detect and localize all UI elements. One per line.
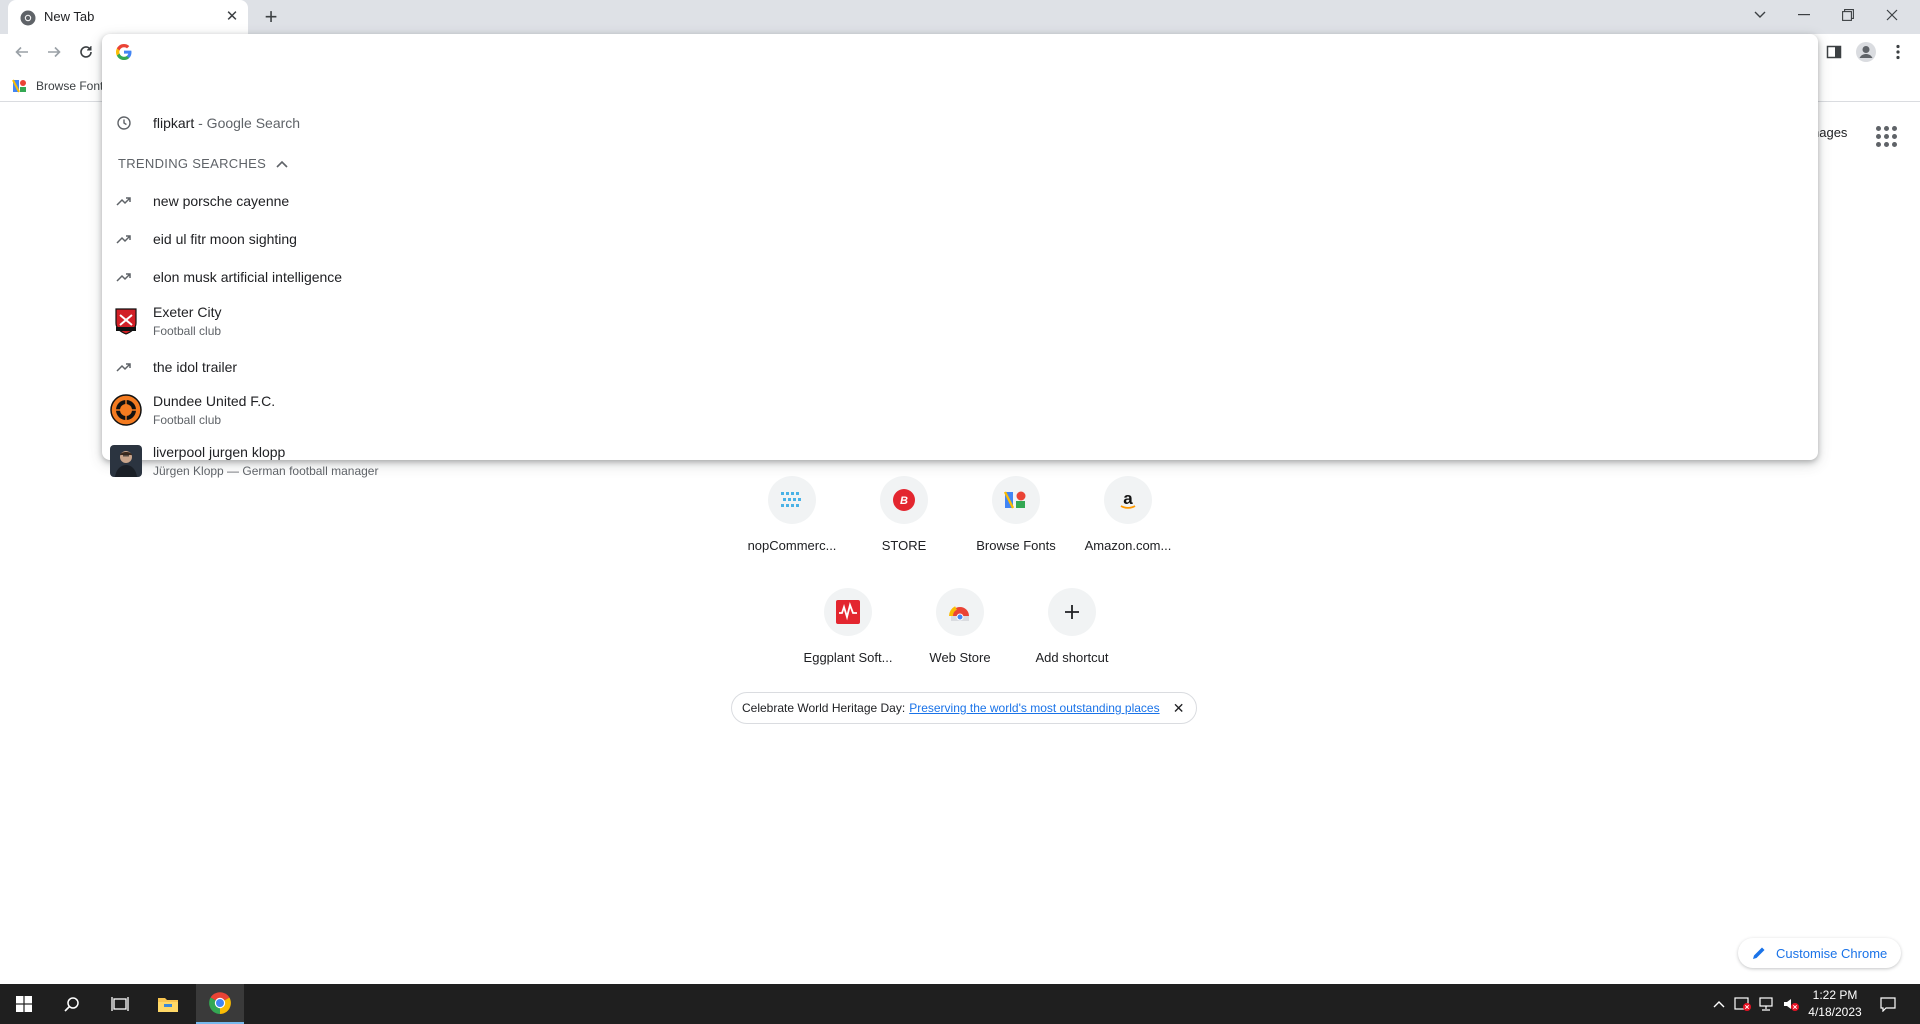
tab-new-tab[interactable]: New Tab ✕ [8, 0, 248, 34]
promo-close-icon[interactable]: ✕ [1170, 699, 1188, 717]
bookmark-label: Browse Fonts [36, 79, 110, 93]
suggestion-text: new porsche cayenne [153, 193, 290, 209]
jurgen-klopp-photo-icon [110, 445, 142, 477]
forward-button[interactable] [40, 38, 68, 66]
svg-text:a: a [1123, 489, 1133, 508]
google-g-icon [116, 44, 132, 60]
windows-start-icon[interactable] [0, 984, 48, 1024]
apps-grid-icon[interactable] [1874, 124, 1898, 148]
taskbar-clock[interactable]: 1:22 PM 4/18/2023 [1790, 987, 1880, 1021]
customise-chrome-button[interactable]: Customise Chrome [1738, 938, 1902, 968]
shortcut-label: nopCommerc... [747, 538, 837, 553]
back-button[interactable] [8, 38, 36, 66]
history-suggestion[interactable]: flipkart - Google Search [102, 104, 1818, 142]
reload-icon [80, 46, 92, 58]
bookmark-browse-fonts[interactable]: Browse Fonts [12, 76, 109, 96]
tab-search-icon[interactable] [1738, 0, 1782, 30]
entity-suggestion[interactable]: liverpool jurgen klopp Jürgen Klopp — Ge… [102, 437, 1818, 487]
search-icon[interactable] [48, 984, 96, 1024]
svg-text:B: B [900, 495, 908, 507]
trending-suggestion[interactable]: eid ul fitr moon sighting [102, 220, 1818, 258]
back-arrow-icon [15, 46, 28, 58]
history-suffix: - Google Search [194, 115, 301, 131]
pencil-icon [1753, 947, 1765, 959]
shortcut-label: Eggplant Soft... [803, 650, 893, 665]
trending-up-icon [116, 269, 132, 285]
suggestion-subtitle: Football club [153, 413, 222, 427]
omnibox-input[interactable] [142, 40, 1742, 64]
promo-link[interactable]: Preserving the world's most outstanding … [909, 701, 1159, 715]
menu-kebab-icon[interactable] [1884, 38, 1912, 66]
omnibox-input-row [102, 34, 1818, 70]
customise-label: Customise Chrome [1776, 945, 1888, 961]
plus-icon [1048, 588, 1096, 636]
clock-date: 4/18/2023 [1808, 1005, 1862, 1019]
exeter-city-crest-icon [110, 305, 142, 337]
suggestion-subtitle: Jürgen Klopp — German football manager [153, 464, 379, 478]
clock-time: 1:22 PM [1812, 988, 1858, 1002]
omnibox-dropdown: flipkart - Google Search TRENDING SEARCH… [102, 34, 1818, 478]
entity-suggestion[interactable]: Dundee United F.C. Football club [102, 386, 1818, 436]
shortcut-label: Add shortcut [1035, 650, 1109, 665]
taskbar: 1:22 PM 4/18/2023 [0, 984, 1920, 1024]
web-store-icon [936, 588, 984, 636]
clock-icon [116, 115, 132, 131]
profile-avatar-icon[interactable] [1852, 38, 1880, 66]
tray-overflow-icon[interactable] [1709, 994, 1729, 1014]
notifications-icon[interactable] [1878, 994, 1898, 1014]
suggestion-title: liverpool jurgen klopp [153, 444, 286, 460]
trending-header-label: TRENDING SEARCHES [118, 156, 267, 171]
network-icon[interactable] [1757, 994, 1777, 1014]
screen: New Tab ✕ + Browse Fonts nages nopCommer… [0, 0, 1920, 1024]
trending-suggestion[interactable]: elon musk artificial intelligence [102, 258, 1818, 296]
promo-banner: Celebrate World Heritage Day: Preserving… [731, 692, 1197, 724]
chrome-taskbar-icon[interactable] [196, 984, 244, 1024]
trending-up-icon [116, 359, 132, 375]
new-tab-button[interactable]: + [258, 4, 284, 30]
minimize-icon[interactable] [1782, 0, 1826, 30]
eggplant-icon [824, 588, 872, 636]
tab-close-icon[interactable]: ✕ [222, 7, 242, 27]
google-fonts-icon [12, 79, 26, 93]
chrome-icon [20, 10, 36, 26]
shortcut-label: Browse Fonts [976, 538, 1056, 553]
suggestion-text: eid ul fitr moon sighting [153, 231, 297, 247]
security-alert-icon[interactable] [1733, 994, 1753, 1014]
history-query: flipkart [153, 115, 195, 131]
suggestion-title: Exeter City [153, 304, 222, 320]
tab-title: New Tab [44, 9, 95, 24]
suggestion-text: the idol trailer [153, 359, 238, 375]
chevron-up-icon [276, 160, 288, 168]
shortcut-web-store[interactable]: Web Store [904, 582, 1016, 694]
shortcut-add[interactable]: Add shortcut [1016, 582, 1128, 694]
shortcut-eggplant[interactable]: Eggplant Soft... [792, 582, 904, 694]
close-window-icon[interactable] [1870, 0, 1914, 30]
shortcut-label: Web Store [929, 650, 991, 665]
tab-strip: New Tab ✕ + [0, 0, 1920, 34]
reload-button[interactable] [72, 38, 100, 66]
suggestion-text: elon musk artificial intelligence [153, 269, 343, 285]
trending-suggestion[interactable]: the idol trailer [102, 348, 1818, 386]
trending-up-icon [116, 193, 132, 209]
trending-suggestion[interactable]: new porsche cayenne [102, 182, 1818, 220]
restore-icon[interactable] [1826, 0, 1870, 30]
side-panel-icon[interactable] [1820, 38, 1848, 66]
trending-header[interactable]: TRENDING SEARCHES [118, 156, 288, 171]
shortcut-label: Amazon.com... [1084, 538, 1172, 553]
promo-text: Celebrate World Heritage Day: [742, 701, 906, 715]
dundee-united-crest-icon [110, 394, 142, 426]
trending-up-icon [116, 231, 132, 247]
task-view-icon[interactable] [96, 984, 144, 1024]
forward-arrow-icon [48, 46, 61, 58]
suggestion-title: Dundee United F.C. [153, 393, 276, 409]
entity-suggestion[interactable]: Exeter City Football club [102, 297, 1818, 347]
shortcut-label: STORE [881, 538, 927, 553]
file-explorer-icon[interactable] [144, 984, 192, 1024]
suggestion-subtitle: Football club [153, 324, 222, 338]
